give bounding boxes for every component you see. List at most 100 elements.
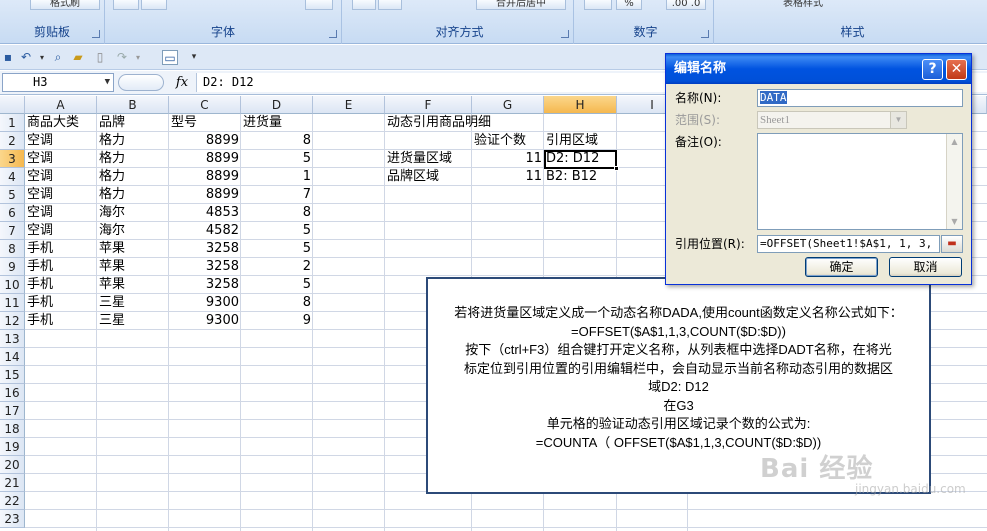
table-cell[interactable]: 海尔 [97,204,127,222]
table-style-button[interactable]: 表格样式 [748,0,858,10]
table-cell[interactable]: 格力 [97,186,127,204]
format-painter-button[interactable]: 格式刷 [30,0,100,10]
row-header-7[interactable]: 7 [0,222,25,240]
table-header-cell[interactable]: 商品大类 [25,114,81,132]
undo-dropdown-icon[interactable]: ▾ [34,50,50,65]
table-cell[interactable]: 5 [241,276,313,294]
side-table-label[interactable]: 进货量区域 [385,150,454,168]
side-table-title[interactable]: 动态引用商品明细 [385,114,493,132]
cancel-button[interactable]: 取消 [889,257,962,277]
print-preview-icon[interactable]: ⌕ [50,50,66,65]
row-header-5[interactable]: 5 [0,186,25,204]
table-cell[interactable]: 7 [241,186,313,204]
align-left-button[interactable] [352,0,376,10]
row-header-14[interactable]: 14 [0,348,25,366]
help-icon[interactable]: ? [922,59,943,80]
table-cell[interactable]: 手机 [25,294,55,312]
row-header-2[interactable]: 2 [0,132,25,150]
row-header-12[interactable]: 12 [0,312,25,330]
table-cell[interactable]: 苹果 [97,240,127,258]
alignment-launcher-icon[interactable] [561,30,569,38]
table-cell[interactable]: 5 [241,150,313,168]
table-cell[interactable]: 8 [241,204,313,222]
side-table-count[interactable]: 11 [472,168,544,186]
table-cell[interactable]: 三星 [97,294,127,312]
column-header-a[interactable]: A [25,96,97,114]
column-header-b[interactable]: B [97,96,169,114]
merge-center-button[interactable]: 合并后居中 [476,0,566,10]
row-header-15[interactable]: 15 [0,366,25,384]
table-cell[interactable]: 空调 [25,132,55,150]
table-cell[interactable]: 2 [241,258,313,276]
table-cell[interactable]: 海尔 [97,222,127,240]
table-cell[interactable]: 4853 [169,204,241,222]
table-cell[interactable]: 8 [241,132,313,150]
row-header-9[interactable]: 9 [0,258,25,276]
row-header-8[interactable]: 8 [0,240,25,258]
table-header-cell[interactable]: 进货量 [241,114,284,132]
side-table-range[interactable]: B2: B12 [544,168,599,186]
table-cell[interactable]: 5 [241,222,313,240]
table-cell[interactable]: 苹果 [97,276,127,294]
column-header-e[interactable]: E [313,96,385,114]
row-header-4[interactable]: 4 [0,168,25,186]
name-field[interactable]: DATA [757,89,963,107]
row-header-6[interactable]: 6 [0,204,25,222]
column-header-h[interactable]: H [544,96,617,114]
open-folder-icon[interactable]: ▰ [70,50,86,65]
table-cell[interactable]: 空调 [25,222,55,240]
undo-icon[interactable]: ↶ [18,50,34,65]
select-all-corner[interactable] [0,96,25,114]
side-table-header-verify[interactable]: 验证个数 [472,132,528,150]
font-launcher-icon[interactable] [329,30,337,38]
customize-qat-icon[interactable]: ▾ [186,50,202,65]
save-icon[interactable]: ▪ [0,50,16,65]
table-cell[interactable]: 4582 [169,222,241,240]
row-header-10[interactable]: 10 [0,276,25,294]
ok-button[interactable]: 确定 [805,257,878,277]
insert-function-icon[interactable]: fx [172,73,192,92]
table-cell[interactable]: 空调 [25,150,55,168]
font-italic-button[interactable] [141,0,167,10]
table-cell[interactable]: 格力 [97,150,127,168]
table-cell[interactable]: 苹果 [97,258,127,276]
number-launcher-icon[interactable] [701,30,709,38]
table-cell[interactable]: 3258 [169,258,241,276]
currency-button[interactable] [584,0,612,10]
collapse-dialog-icon[interactable]: ▬ [941,235,963,253]
row-header-13[interactable]: 13 [0,330,25,348]
table-cell[interactable]: 9300 [169,294,241,312]
row-header-17[interactable]: 17 [0,402,25,420]
redo-dropdown-icon[interactable]: ▾ [130,50,146,65]
close-icon[interactable]: ✕ [946,59,967,80]
row-header-18[interactable]: 18 [0,420,25,438]
row-header-20[interactable]: 20 [0,456,25,474]
column-header-d[interactable]: D [241,96,313,114]
font-style-button[interactable] [113,0,139,10]
table-cell[interactable]: 8899 [169,150,241,168]
column-header-f[interactable]: F [385,96,472,114]
table-cell[interactable]: 三星 [97,312,127,330]
table-cell[interactable]: 手机 [25,276,55,294]
form-icon[interactable]: ▭ [162,50,178,65]
table-cell[interactable]: 9 [241,312,313,330]
align-center-button[interactable] [378,0,402,10]
table-cell[interactable]: 手机 [25,240,55,258]
table-header-cell[interactable]: 型号 [169,114,199,132]
side-table-header-range[interactable]: 引用区域 [544,132,600,150]
percent-button[interactable]: % [616,0,642,10]
clipboard-launcher-icon[interactable] [92,30,100,38]
comment-textarea[interactable]: ▲ ▼ [757,133,963,230]
row-header-21[interactable]: 21 [0,474,25,492]
name-box-dropdown-icon[interactable]: ▼ [105,74,110,91]
row-header-16[interactable]: 16 [0,384,25,402]
table-cell[interactable]: 空调 [25,204,55,222]
table-cell[interactable]: 8899 [169,132,241,150]
column-header-c[interactable]: C [169,96,241,114]
scroll-down-icon[interactable]: ▼ [949,215,960,228]
new-document-icon[interactable]: ▯ [92,50,108,65]
table-cell[interactable]: 格力 [97,132,127,150]
refers-to-field[interactable]: =OFFSET(Sheet1!$A$1, 1, 3, COUNT [757,235,940,253]
table-cell[interactable]: 空调 [25,186,55,204]
table-cell[interactable]: 9300 [169,312,241,330]
